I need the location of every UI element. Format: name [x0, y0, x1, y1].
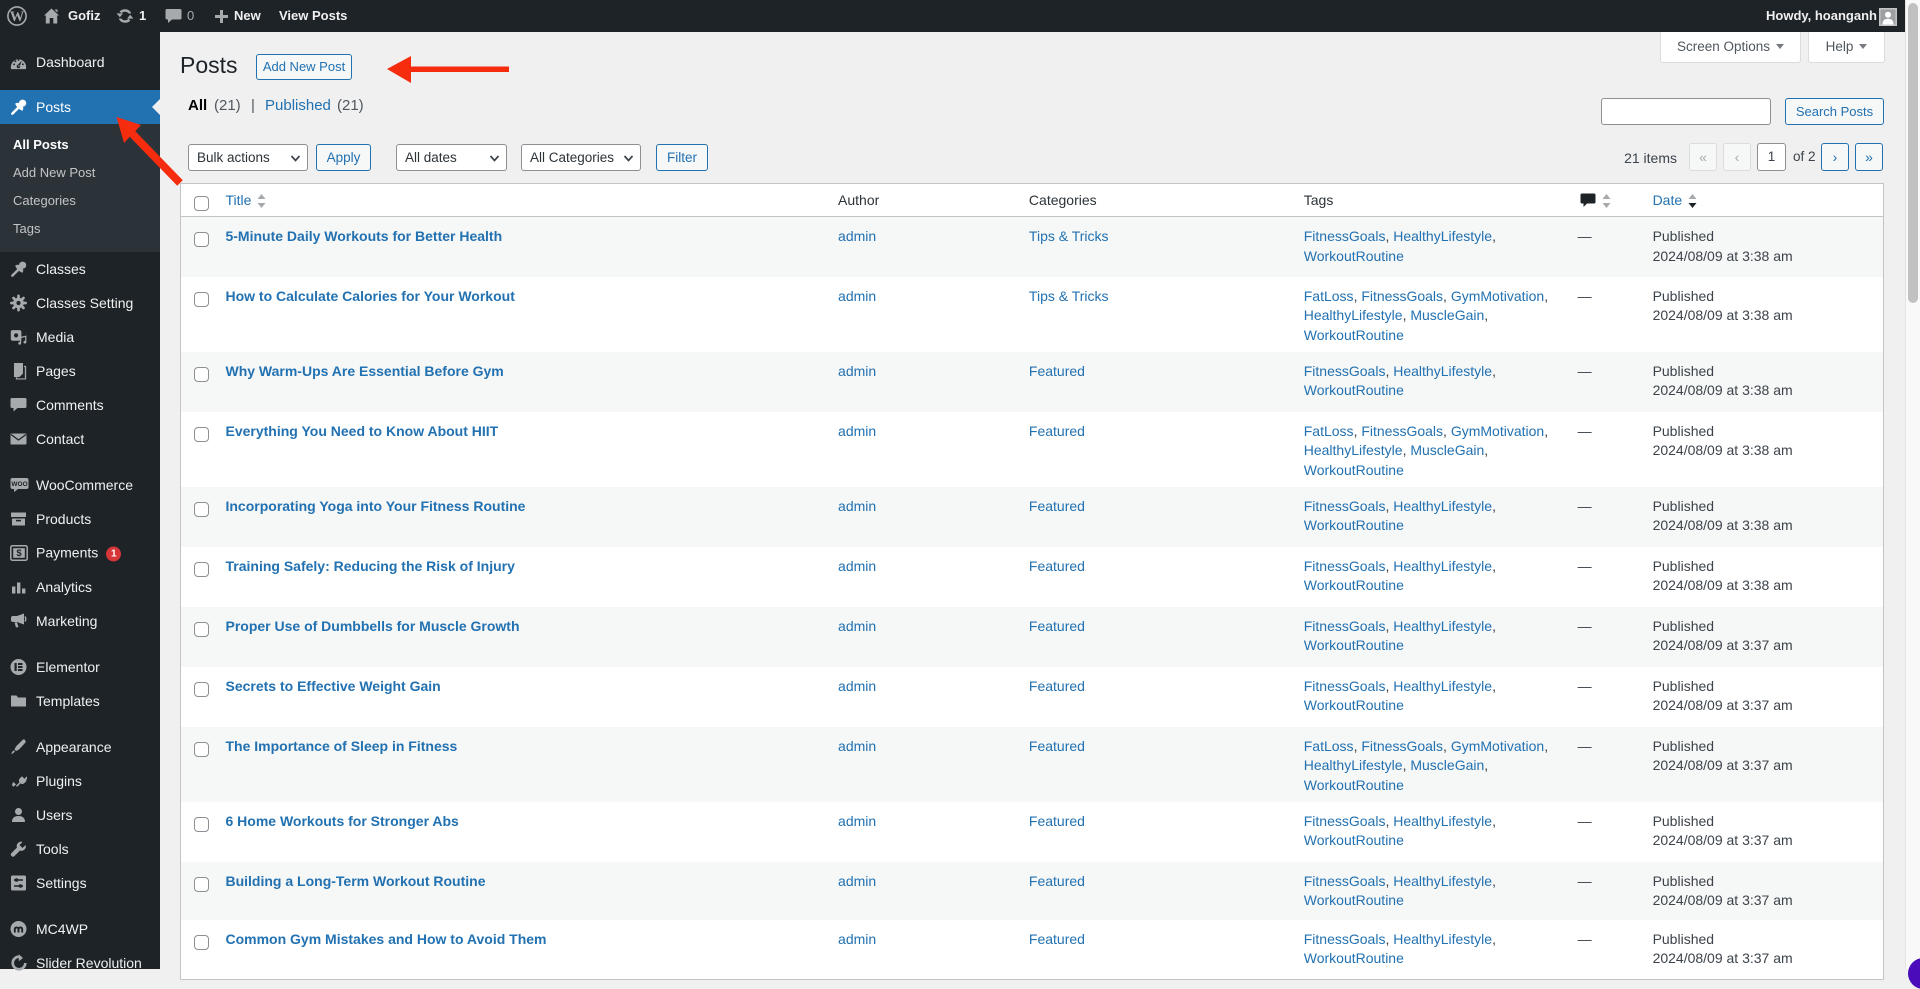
svg-text:$: $: [16, 548, 22, 559]
svg-text:WOO: WOO: [11, 481, 27, 488]
svg-text:W: W: [10, 9, 25, 25]
